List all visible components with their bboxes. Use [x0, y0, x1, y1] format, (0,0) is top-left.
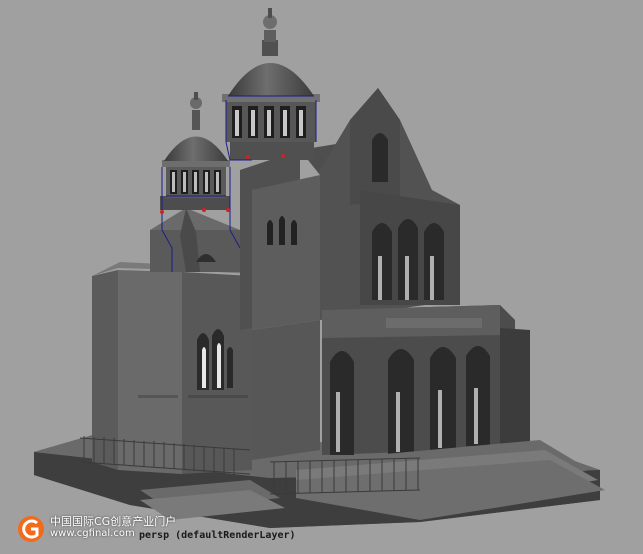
main-dome	[222, 8, 320, 161]
watermark-title: 中国国际CG创意产业门户	[50, 515, 177, 528]
gable-nave	[320, 88, 460, 320]
watermark-url: www.cgfinal.com	[50, 528, 135, 539]
perspective-viewport[interactable]: 中国国际CG创意产业门户 www.cgfinal.com persp (defa…	[0, 0, 643, 554]
cgfinal-logo-icon	[18, 516, 44, 542]
left-tower	[92, 262, 252, 474]
church-model-render[interactable]	[0, 0, 643, 554]
camera-label: persp (defaultRenderLayer)	[139, 530, 296, 541]
front-portico	[322, 305, 530, 455]
